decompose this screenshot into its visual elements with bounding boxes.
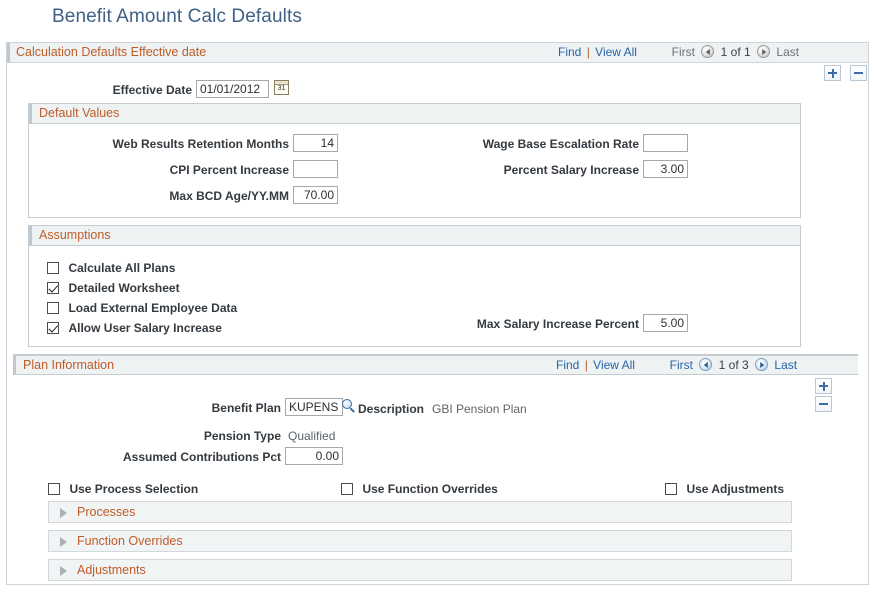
default-values-title: Default Values	[39, 106, 119, 120]
web-results-retention-months-input[interactable]	[293, 134, 338, 152]
assumptions-header: Assumptions	[29, 226, 800, 246]
assumptions-title: Assumptions	[39, 228, 111, 242]
use-function-overrides-label: Use Function Overrides	[362, 482, 497, 496]
plan-row-counter: 1 of 3	[719, 358, 749, 372]
max-salary-increase-percent-input[interactable]	[643, 314, 688, 332]
use-process-selection-label: Use Process Selection	[69, 482, 198, 496]
detailed-worksheet-label: Detailed Worksheet	[68, 281, 179, 295]
add-effective-date-row-button[interactable]	[824, 65, 841, 81]
plan-row-buttons	[810, 378, 858, 414]
view-all-link[interactable]: View All	[595, 45, 637, 59]
use-function-overrides-checkbox[interactable]	[341, 483, 353, 495]
load-external-employee-data-checkbox[interactable]	[47, 302, 59, 314]
effective-date-section-title: Calculation Defaults Effective date	[16, 45, 206, 59]
next-row-icon[interactable]	[757, 45, 770, 58]
expand-triangle-icon[interactable]	[60, 566, 67, 576]
web-results-retention-months-label: Web Results Retention Months	[29, 137, 289, 151]
plan-first-link[interactable]: First	[670, 358, 693, 372]
max-salary-increase-percent-label: Max Salary Increase Percent	[399, 317, 639, 331]
plan-last-link[interactable]: Last	[774, 358, 797, 372]
last-link[interactable]: Last	[776, 45, 799, 59]
benefit-plan-lookup-icon[interactable]	[342, 399, 357, 414]
effective-date-label: Effective Date	[7, 83, 192, 97]
calculate-all-plans-label: Calculate All Plans	[68, 261, 175, 275]
previous-row-icon[interactable]	[701, 45, 714, 58]
calendar-icon[interactable]: 31	[274, 80, 289, 95]
detailed-worksheet-row[interactable]: Detailed Worksheet	[47, 279, 180, 297]
use-adjustments-label: Use Adjustments	[686, 482, 784, 496]
plan-information-title: Plan Information	[23, 358, 114, 372]
calculate-all-plans-row[interactable]: Calculate All Plans	[47, 259, 175, 277]
detailed-worksheet-checkbox[interactable]	[47, 282, 59, 294]
calendar-icon-text: 31	[275, 84, 288, 94]
allow-user-salary-increase-label: Allow User Salary Increase	[68, 321, 221, 335]
plan-information-nav: Find | View All First 1 of 3 Last	[556, 358, 797, 372]
default-values-groupbox: Default Values Web Results Retention Mon…	[28, 103, 801, 218]
plan-previous-row-icon[interactable]	[699, 358, 712, 371]
page-title: Benefit Amount Calc Defaults	[52, 6, 302, 28]
benefit-plan-input[interactable]	[285, 398, 343, 416]
percent-salary-increase-input[interactable]	[643, 160, 688, 178]
plan-information-groupbox: Plan Information Find | View All First 1…	[13, 354, 858, 579]
assumptions-groupbox: Assumptions Calculate All Plans Detailed…	[28, 225, 801, 347]
load-external-employee-data-row[interactable]: Load External Employee Data	[47, 299, 237, 317]
allow-user-salary-increase-checkbox[interactable]	[47, 322, 59, 334]
function-overrides-collapsible-section[interactable]: Function Overrides	[48, 530, 792, 552]
processes-section-label: Processes	[77, 505, 135, 519]
use-process-selection-checkbox[interactable]	[48, 483, 60, 495]
expand-triangle-icon[interactable]	[60, 508, 67, 518]
effective-date-nav: Find | View All First 1 of 1 Last	[558, 45, 799, 59]
expand-triangle-icon[interactable]	[60, 537, 67, 547]
plan-information-header: Plan Information Find | View All First 1…	[13, 355, 858, 375]
calculation-defaults-groupbox: Calculation Defaults Effective date Find…	[6, 42, 869, 585]
plan-find-link[interactable]: Find	[556, 358, 579, 372]
effective-date-section-header: Calculation Defaults Effective date Find…	[7, 43, 868, 63]
effective-date-input[interactable]	[196, 80, 269, 98]
delete-plan-row-button[interactable]	[815, 396, 832, 412]
percent-salary-increase-label: Percent Salary Increase	[399, 163, 639, 177]
default-values-header: Default Values	[29, 104, 800, 124]
use-adjustments-checkbox[interactable]	[665, 483, 677, 495]
calculate-all-plans-checkbox[interactable]	[47, 262, 59, 274]
plan-view-all-link[interactable]: View All	[593, 358, 635, 372]
benefit-plan-label: Benefit Plan	[13, 401, 281, 415]
first-link[interactable]: First	[672, 45, 695, 59]
find-link[interactable]: Find	[558, 45, 581, 59]
function-overrides-section-label: Function Overrides	[77, 534, 183, 548]
adjustments-collapsible-section[interactable]: Adjustments	[48, 559, 792, 581]
wage-base-escalation-rate-label: Wage Base Escalation Rate	[399, 137, 639, 151]
allow-user-salary-increase-row[interactable]: Allow User Salary Increase	[47, 319, 222, 337]
plan-nav-separator: |	[583, 358, 590, 372]
processes-collapsible-section[interactable]: Processes	[48, 501, 792, 523]
delete-effective-date-row-button[interactable]	[850, 65, 867, 81]
max-bcd-age-input[interactable]	[293, 186, 338, 204]
assumed-contributions-pct-input[interactable]	[285, 447, 343, 465]
pension-type-label: Pension Type	[13, 429, 281, 443]
application-page: Benefit Amount Calc Defaults Calculation…	[0, 0, 875, 600]
assumed-contributions-pct-label: Assumed Contributions Pct	[13, 450, 281, 464]
cpi-percent-increase-label: CPI Percent Increase	[29, 163, 289, 177]
description-value: GBI Pension Plan	[432, 402, 527, 416]
wage-base-escalation-rate-input[interactable]	[643, 134, 688, 152]
row-counter: 1 of 1	[721, 45, 751, 59]
use-function-overrides-row[interactable]: Use Function Overrides	[341, 480, 498, 498]
add-plan-row-button[interactable]	[815, 378, 832, 394]
use-process-selection-row[interactable]: Use Process Selection	[48, 480, 198, 498]
description-label: Description	[358, 402, 428, 416]
cpi-percent-increase-input[interactable]	[293, 160, 338, 178]
plan-next-row-icon[interactable]	[755, 358, 768, 371]
nav-separator: |	[585, 45, 592, 59]
max-bcd-age-label: Max BCD Age/YY.MM	[29, 189, 289, 203]
adjustments-section-label: Adjustments	[77, 563, 146, 577]
effective-date-row-buttons	[819, 65, 867, 83]
load-external-employee-data-label: Load External Employee Data	[68, 301, 237, 315]
pension-type-value: Qualified	[288, 429, 335, 443]
use-adjustments-row[interactable]: Use Adjustments	[665, 480, 784, 498]
